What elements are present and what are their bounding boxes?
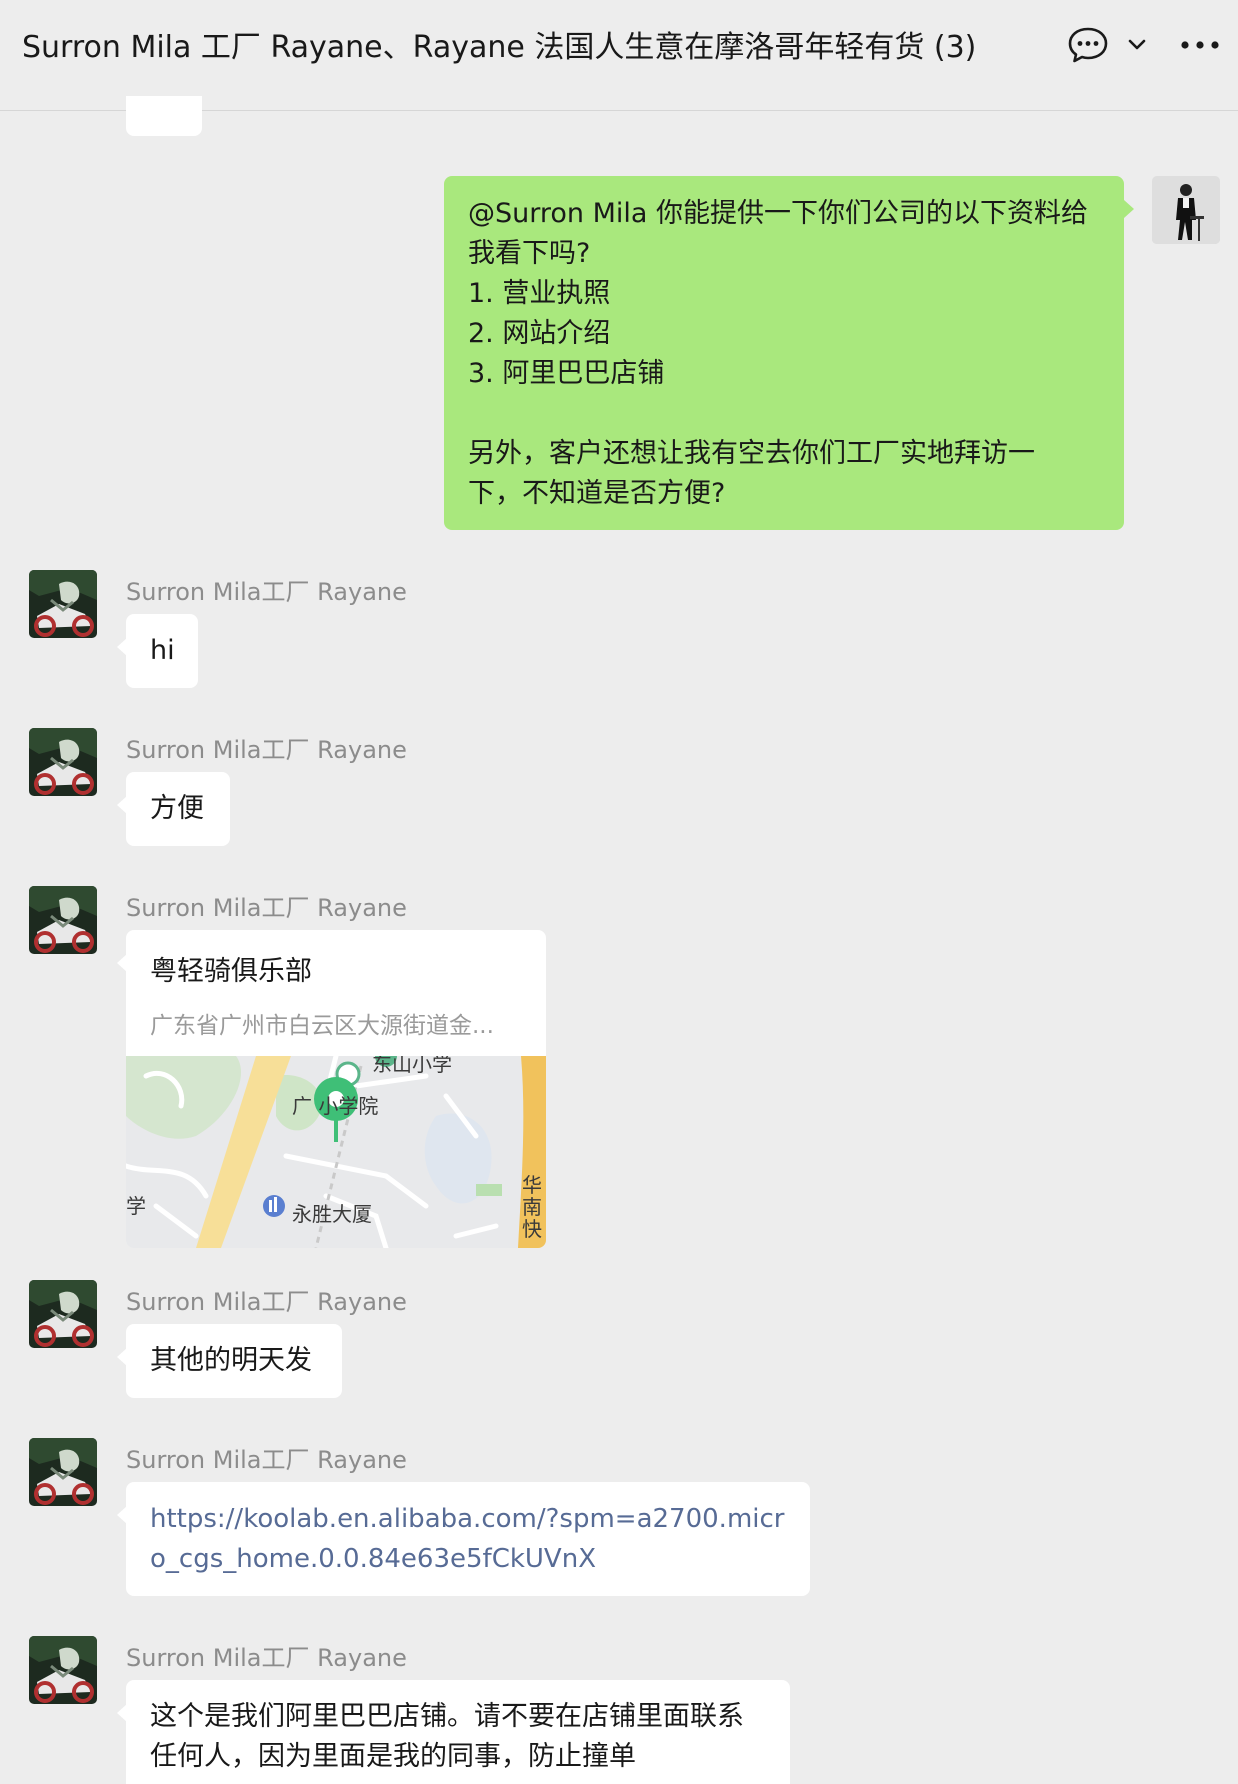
more-dots-icon[interactable] [1175,24,1225,66]
message-text: 方便 [150,793,204,824]
map-label-building: 永胜大厦 [292,1202,372,1226]
map-label-left: 学 [126,1194,146,1218]
map-label-school: 广 小学院 [292,1094,379,1118]
my-avatar[interactable] [1152,176,1220,244]
message-link[interactable]: https://koolab.en.alibaba.com/?spm=a2700… [150,1499,786,1539]
sender-name: Surron Mila工厂 Rayane [126,894,407,922]
message-line: 这个是我们阿里巴巴店铺。请不要在店铺里面联系 [150,1701,744,1732]
location-title: 粤轻骑俱乐部 [150,956,312,987]
sender-avatar[interactable] [29,728,97,796]
message-line: 另外，客户还想让我有空去你们工厂实地拜访一 [468,438,1035,469]
location-address: 广东省广州市白云区大源街道金... [150,1013,494,1039]
message-bubble[interactable]: 方便 [117,772,230,846]
message-bubble[interactable]: 这个是我们阿里巴巴店铺。请不要在店铺里面联系 任何人，因为里面是我的同事，防止撞… [117,1680,790,1784]
map-label-school-top: 东山小学 [372,1056,452,1076]
message-line: 下，不知道是否方便? [468,478,726,509]
message-line [468,394,1100,434]
previous-message-bubble [126,96,202,136]
message-line: 任何人，因为里面是我的同事，防止撞单 [150,1741,636,1772]
sender-name: Surron Mila工厂 Rayane [126,578,407,606]
chevron-down-icon[interactable] [1119,24,1155,66]
chat-bubble-icon[interactable] [1066,24,1110,66]
message-line: 1. 营业执照 [468,278,611,309]
sender-name: Surron Mila工厂 Rayane [126,1446,407,1474]
sender-name: Surron Mila工厂 Rayane [126,1288,407,1316]
map-label-road: 华南快 [522,1173,542,1241]
sender-avatar[interactable] [29,1636,97,1704]
message-line: 2. 网站介绍 [468,318,611,349]
message-link[interactable]: o_cgs_home.0.0.84e63e5fCkUVnX [150,1539,786,1579]
message-bubble[interactable]: @Surron Mila 你能提供一下你们公司的以下资料给 我看下吗? 1. 营… [444,176,1134,530]
chat-title: Surron Mila 工厂 Rayane、Rayane 法国人生意在摩洛哥年轻… [22,30,977,65]
message-bubble[interactable]: 其他的明天发 [117,1324,342,1398]
location-map[interactable]: 东山小学 广 小学院 永胜大厦 学 华南快 [126,1056,546,1248]
message-bubble[interactable]: https://koolab.en.alibaba.com/?spm=a2700… [117,1482,810,1596]
sender-avatar[interactable] [29,1280,97,1348]
message-bubble[interactable]: hi [117,614,198,688]
sender-name: Surron Mila工厂 Rayane [126,736,407,764]
sender-name: Surron Mila工厂 Rayane [126,1644,407,1672]
message-text: 其他的明天发 [150,1345,312,1376]
message-text: hi [150,635,175,666]
message-line: 3. 阿里巴巴店铺 [468,358,665,389]
message-line: 我看下吗? [468,238,591,269]
sender-avatar[interactable] [29,1438,97,1506]
sender-avatar[interactable] [29,886,97,954]
location-card[interactable]: 粤轻骑俱乐部 广东省广州市白云区大源街道金... 东山小学 广 小学院 永胜大厦… [117,930,546,1248]
chat-header: Surron Mila 工厂 Rayane、Rayane 法国人生意在摩洛哥年轻… [0,0,1238,111]
message-line: @Surron Mila 你能提供一下你们公司的以下资料给 [468,198,1089,229]
sender-avatar[interactable] [29,570,97,638]
